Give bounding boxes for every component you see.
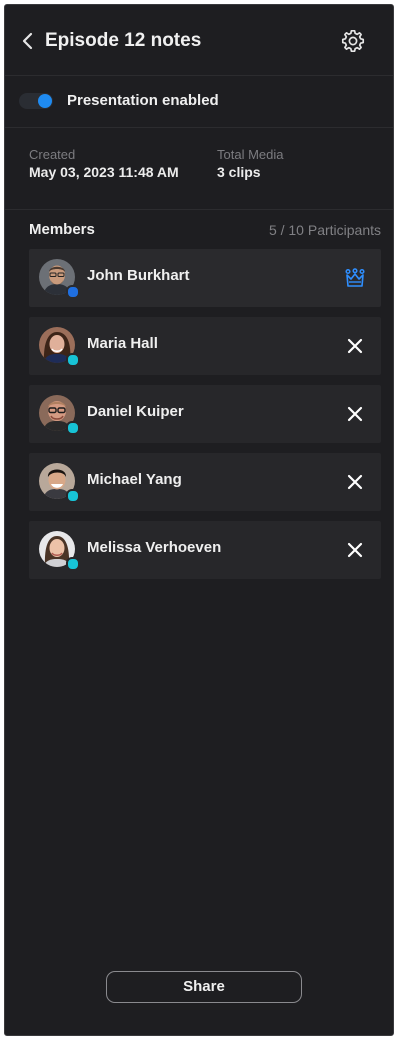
share-button[interactable]: Share xyxy=(106,971,302,1003)
member-row[interactable]: John Burkhart xyxy=(29,249,381,307)
crown-icon[interactable] xyxy=(345,268,365,288)
total-media-info: Total Media 3 clips xyxy=(217,147,283,181)
close-icon[interactable] xyxy=(345,404,365,424)
member-row[interactable]: Daniel Kuiper xyxy=(29,385,381,443)
info-row: Created May 03, 2023 11:48 AM Total Medi… xyxy=(5,127,393,210)
member-name: Daniel Kuiper xyxy=(87,403,184,420)
created-info: Created May 03, 2023 11:48 AM xyxy=(29,147,179,181)
back-chevron-icon[interactable] xyxy=(19,31,37,51)
presentation-label: Presentation enabled xyxy=(67,92,219,109)
member-name: Melissa Verhoeven xyxy=(87,539,222,556)
page-title: Episode 12 notes xyxy=(45,30,202,51)
presentation-toggle[interactable] xyxy=(19,93,53,109)
status-dot xyxy=(66,557,80,571)
panel-header: Episode 12 notes xyxy=(5,5,393,76)
members-header: Members 5 / 10 Participants xyxy=(29,221,381,241)
close-icon[interactable] xyxy=(345,472,365,492)
members-label: Members xyxy=(29,221,95,238)
total-media-value: 3 clips xyxy=(217,164,261,180)
total-media-label: Total Media xyxy=(217,147,284,162)
status-dot xyxy=(66,421,80,435)
close-icon[interactable] xyxy=(345,540,365,560)
member-name: Michael Yang xyxy=(87,471,182,488)
member-row[interactable]: Melissa Verhoeven xyxy=(29,521,381,579)
toggle-knob xyxy=(38,94,52,108)
presentation-row: Presentation enabled xyxy=(5,75,393,128)
member-name: Maria Hall xyxy=(87,335,158,352)
member-name: John Burkhart xyxy=(87,267,190,284)
participant-count: 5 / 10 Participants xyxy=(268,222,381,238)
status-dot xyxy=(66,285,80,299)
member-row[interactable]: Michael Yang xyxy=(29,453,381,511)
notes-panel: Episode 12 notes Presentation enabled Cr… xyxy=(4,4,394,1036)
status-dot xyxy=(66,353,80,367)
close-icon[interactable] xyxy=(345,336,365,356)
created-label: Created xyxy=(29,147,76,162)
status-dot xyxy=(66,489,80,503)
created-value: May 03, 2023 11:48 AM xyxy=(29,164,179,180)
member-row[interactable]: Maria Hall xyxy=(29,317,381,375)
gear-icon[interactable] xyxy=(341,29,365,53)
